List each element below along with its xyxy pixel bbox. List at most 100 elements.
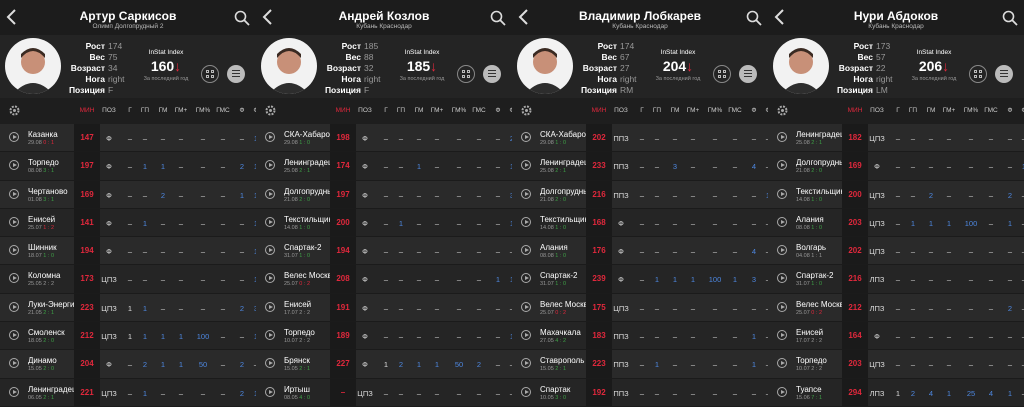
grid-view-button[interactable] [969, 65, 987, 83]
column-header[interactable]: ГП [135, 107, 155, 114]
back-button[interactable] [260, 8, 276, 26]
match-row[interactable]: СКА-Хабаровск29.08 1 : 0202ППЗ–––––––– [512, 124, 768, 153]
column-header[interactable]: ГМС [725, 107, 745, 114]
settings-button[interactable] [8, 104, 21, 117]
play-video-button[interactable] [521, 358, 531, 369]
play-video-button[interactable] [9, 216, 19, 227]
match-row[interactable]: Луки-Энергия 21.05 2 : 1 223 ЦПЗ 1 1– – – –2 3 [0, 293, 256, 323]
play-video-button[interactable] [9, 132, 19, 142]
grid-view-button[interactable] [201, 65, 219, 83]
match-row[interactable]: Туапсе15.06 7 : 1294ЛПЗ12412541– [768, 378, 1024, 407]
play-video-button[interactable] [265, 386, 275, 397]
column-header[interactable]: ГМ [921, 107, 941, 114]
match-row[interactable]: Спартак10.05 3 : 0192ППЗ–––––––– [512, 378, 768, 407]
column-header[interactable]: Ф [246, 107, 256, 114]
list-view-button[interactable] [227, 65, 245, 83]
match-row[interactable]: Алания08.08 1 : 0203ЦПЗ–111100–1– [768, 208, 1024, 238]
match-row[interactable]: Текстильщик14.08 1 : 0168Ф–––––––– [512, 208, 768, 238]
play-video-button[interactable] [777, 386, 787, 397]
search-button[interactable] [746, 10, 762, 26]
play-video-button[interactable] [777, 216, 787, 227]
column-header[interactable]: ГМС [981, 107, 1001, 114]
match-row[interactable]: Енисей 25.07 1 : 2 141 Ф –1– – – – –1 [0, 208, 256, 238]
match-row[interactable]: Спартак-231.07 1 : 0194Ф–––––––– [256, 237, 512, 266]
play-video-button[interactable] [777, 245, 787, 256]
play-video-button[interactable] [9, 188, 19, 199]
play-video-button[interactable] [9, 330, 19, 341]
play-video-button[interactable] [265, 188, 275, 199]
column-header[interactable]: ГМС [213, 107, 233, 114]
back-button[interactable] [4, 8, 20, 26]
match-row[interactable]: Долгопрудный21.08 2 : 0169Ф–––––––1 [768, 152, 1024, 181]
play-video-button[interactable] [521, 330, 531, 341]
play-video-button[interactable] [265, 358, 275, 369]
play-video-button[interactable] [521, 132, 531, 142]
match-row[interactable]: Смоленск 18.05 2 : 0 212 ЦПЗ 1 1 1 1 100– –1 [0, 322, 256, 351]
play-video-button[interactable] [9, 301, 19, 312]
match-row[interactable]: Иртыш08.05 4 : 0–ЦПЗ–––––––– [256, 378, 512, 407]
match-row[interactable]: СКА-Хабаровск29.08 1 : 0198Ф–––––––2 [256, 124, 512, 153]
list-view-button[interactable] [483, 65, 501, 83]
column-header[interactable]: ГМ% [449, 107, 469, 114]
play-video-button[interactable] [265, 216, 275, 227]
search-button[interactable] [1002, 10, 1018, 26]
match-row[interactable]: Спартак-231.07 1 : 0216ЛПЗ–––––––– [768, 265, 1024, 294]
play-video-button[interactable] [777, 132, 787, 142]
column-header[interactable]: ГМС [469, 107, 489, 114]
match-row[interactable]: Коломна 25.05 2 : 2 173 ЦПЗ – – – – – – –1 [0, 265, 256, 294]
play-video-button[interactable] [265, 245, 275, 256]
match-row[interactable]: Велес Москва25.07 0 : 2175ЦПЗ–––––––– [512, 293, 768, 323]
match-row[interactable]: Торпедо 08.08 3 : 1 197 Ф –1 1– – –2 1 [0, 152, 256, 181]
column-header[interactable]: ГМ% [705, 107, 725, 114]
play-video-button[interactable] [521, 301, 531, 312]
play-video-button[interactable] [9, 160, 19, 171]
column-header-min[interactable]: МИН [842, 107, 868, 114]
back-button[interactable] [516, 8, 532, 26]
match-row[interactable]: Брянск15.05 2 : 1227Ф1211502–– [256, 350, 512, 379]
column-header[interactable]: Ф [1014, 107, 1024, 114]
column-header[interactable]: ГМ+ [939, 107, 959, 114]
column-header-min[interactable]: МИН [586, 107, 612, 114]
play-video-button[interactable] [777, 301, 787, 312]
match-row[interactable]: Шинник 18.07 1 : 0 194 Ф – – – – – – –1 [0, 237, 256, 266]
play-video-button[interactable] [521, 386, 531, 397]
match-row[interactable]: Енисей17.07 2 : 2164Ф–––––––– [768, 322, 1024, 351]
column-header[interactable]: ГП [647, 107, 667, 114]
match-row[interactable]: Казанка 29.08 0 : 1 147 Ф – – – – – – –1 [0, 124, 256, 153]
column-header[interactable]: ПОЗ [98, 107, 120, 114]
play-video-button[interactable] [9, 273, 19, 284]
column-header[interactable]: Ф [758, 107, 768, 114]
match-row[interactable]: Текстильщик 14.08 1 : 0 200 Ф –1– – – – –1 [256, 208, 512, 238]
column-header-min[interactable]: МИН [74, 107, 100, 114]
play-video-button[interactable] [777, 273, 787, 284]
match-row[interactable]: Ленинградец 25.08 2 : 1 174 Ф – –1– – – –1 [256, 152, 512, 181]
column-header[interactable]: ГП [903, 107, 923, 114]
play-video-button[interactable] [521, 188, 531, 199]
settings-button[interactable] [776, 104, 789, 117]
column-header[interactable]: ГМ [153, 107, 173, 114]
search-button[interactable] [490, 10, 506, 26]
column-header[interactable]: ГП [391, 107, 411, 114]
match-row[interactable]: Чертаново 01.08 3 : 1 169 Ф – –2– – –1 1 [0, 180, 256, 209]
match-row[interactable]: Махачкала27.05 4 : 2183ППЗ––––––1– [512, 322, 768, 351]
play-video-button[interactable] [777, 330, 787, 341]
column-header[interactable]: ГМ% [961, 107, 981, 114]
play-video-button[interactable] [777, 160, 787, 171]
match-row[interactable]: Волгарь04.08 1 : 1202ЦПЗ–––––––– [768, 237, 1024, 266]
play-video-button[interactable] [9, 245, 19, 256]
column-header[interactable]: ГМ [665, 107, 685, 114]
play-video-button[interactable] [265, 301, 275, 312]
match-row[interactable]: Текстильщик14.08 1 : 0200ЦПЗ––2–––2– [768, 180, 1024, 209]
column-header[interactable]: ГМ+ [683, 107, 703, 114]
match-row[interactable]: Енисей17.07 2 : 2191Ф–––––––– [256, 293, 512, 323]
column-header[interactable]: ПОЗ [610, 107, 632, 114]
play-video-button[interactable] [521, 245, 531, 256]
column-header-min[interactable]: МИН [330, 107, 356, 114]
play-video-button[interactable] [777, 358, 787, 369]
column-header[interactable]: Ф [502, 107, 512, 114]
column-header[interactable]: ГМ+ [171, 107, 191, 114]
column-header[interactable]: ГМ [409, 107, 429, 114]
play-video-button[interactable] [265, 273, 275, 284]
play-video-button[interactable] [521, 216, 531, 227]
match-row[interactable]: Торпедо 10.07 2 : 2 189 Ф – – – – – – –1 [256, 322, 512, 351]
